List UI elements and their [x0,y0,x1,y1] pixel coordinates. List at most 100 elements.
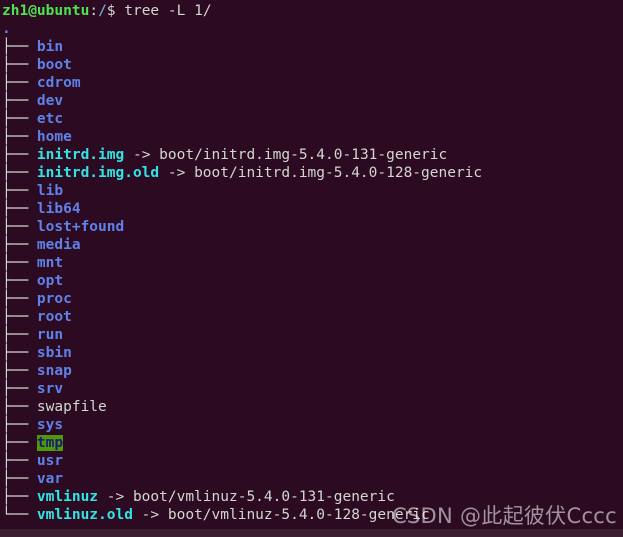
tree-entry: ├── etc [2,110,623,128]
prompt-cwd: / [98,3,107,19]
tree-entry-name: bin [36,39,64,55]
tree-branch-icon: ├── [2,471,37,487]
prompt-line: zh1@ubuntu:/$ tree -L 1/ [2,2,623,20]
symlink-arrow: -> [159,165,195,181]
tree-branch-icon: ├── [2,417,37,433]
tree-entry-name: initrd.img.old [36,165,160,181]
tree-entry: ├── tmp [2,434,623,452]
tree-listing: ├── bin ├── boot ├── cdrom ├── dev ├── etc ├─… [2,38,623,524]
tree-branch-icon: ├── [2,111,37,127]
tree-branch-icon: ├── [2,489,37,505]
tree-root-line: . [2,20,623,38]
window-bottom-strip [0,529,623,537]
tree-branch-icon: ├── [2,93,37,109]
tree-entry-name: run [36,327,64,343]
tree-entry-name: etc [36,111,64,127]
command-text: tree -L 1/ [115,3,212,19]
tree-branch-icon: ├── [2,453,37,469]
tree-entry-name: root [36,309,72,325]
symlink-target: boot/vmlinuz-5.4.0-131-generic [132,489,395,505]
tree-entry-name: snap [36,363,72,379]
prompt-separator: : [89,3,99,19]
tree-branch-icon: ├── [2,435,37,451]
tree-entry-name: lost+found [36,219,125,235]
tree-branch-icon: ├── [2,183,37,199]
tree-entry: ├── srv [2,380,623,398]
tree-branch-icon: ├── [2,129,37,145]
tree-entry: ├── boot [2,56,623,74]
tree-entry-name: usr [36,453,64,469]
tree-branch-icon: ├── [2,165,37,181]
terminal-window[interactable]: zh1@ubuntu:/$ tree -L 1/ . ├── bin ├── bo… [0,0,623,537]
tree-branch-icon: ├── [2,291,37,307]
prompt-sigil: $ [106,3,116,19]
tree-entry: ├── proc [2,290,623,308]
tree-entry: ├── lib64 [2,200,623,218]
symlink-arrow: -> [132,507,168,523]
tree-branch-icon: ├── [2,363,37,379]
tree-branch-icon: ├── [2,327,37,343]
tree-branch-last-icon: └── [2,507,37,523]
prompt-user-host: zh1@ubuntu [2,3,90,19]
tree-entry-name: boot [36,57,72,73]
tree-branch-icon: ├── [2,381,37,397]
tree-entry: ├── var [2,470,623,488]
tree-branch-icon: ├── [2,57,37,73]
tree-entry-name: vmlinuz [36,489,99,505]
tree-entry-name: tmp [36,435,64,451]
tree-entry: ├── run [2,326,623,344]
tree-entry: ├── mnt [2,254,623,272]
tree-entry: ├── bin [2,38,623,56]
tree-entry: ├── usr [2,452,623,470]
tree-entry: ├── dev [2,92,623,110]
tree-entry: ├── lib [2,182,623,200]
tree-entry-name: opt [36,273,64,289]
tree-entry-name: home [36,129,72,145]
tree-branch-icon: ├── [2,399,37,415]
tree-entry-name: cdrom [36,75,81,91]
tree-entry: ├── media [2,236,623,254]
tree-entry: ├── root [2,308,623,326]
tree-branch-icon: ├── [2,75,37,91]
tree-root-label: . [2,21,11,37]
tree-entry-name: lib64 [36,201,81,217]
tree-branch-icon: ├── [2,309,37,325]
tree-entry-name: var [36,471,64,487]
tree-branch-icon: ├── [2,39,37,55]
symlink-target: boot/initrd.img-5.4.0-131-generic [159,147,448,163]
tree-entry: ├── swapfile [2,398,623,416]
symlink-target: boot/initrd.img-5.4.0-128-generic [194,165,483,181]
tree-entry: ├── cdrom [2,74,623,92]
tree-entry: ├── vmlinuz -> boot/vmlinuz-5.4.0-131-ge… [2,488,623,506]
tree-entry: └── vmlinuz.old -> boot/vmlinuz-5.4.0-12… [2,506,623,524]
tree-entry-name: media [36,237,81,253]
tree-branch-icon: ├── [2,147,37,163]
tree-entry: ├── opt [2,272,623,290]
tree-branch-icon: ├── [2,201,37,217]
tree-entry: ├── initrd.img.old -> boot/initrd.img-5.… [2,164,623,182]
tree-entry-name: dev [36,93,64,109]
tree-entry-name: initrd.img [36,147,125,163]
tree-entry-name: sys [36,417,64,433]
tree-entry: ├── snap [2,362,623,380]
tree-branch-icon: ├── [2,255,37,271]
tree-entry: ├── initrd.img -> boot/initrd.img-5.4.0-… [2,146,623,164]
tree-entry: ├── lost+found [2,218,623,236]
tree-branch-icon: ├── [2,219,37,235]
tree-branch-icon: ├── [2,345,37,361]
tree-entry: ├── sbin [2,344,623,362]
symlink-arrow: -> [124,147,160,163]
tree-entry: ├── home [2,128,623,146]
tree-entry-name: swapfile [36,399,107,415]
tree-entry: ├── sys [2,416,623,434]
tree-entry-name: lib [36,183,64,199]
symlink-arrow: -> [98,489,133,505]
tree-entry-name: srv [36,381,64,397]
symlink-target: boot/vmlinuz-5.4.0-128-generic [167,507,430,523]
tree-entry-name: vmlinuz.old [36,507,133,523]
tree-entry-name: proc [36,291,72,307]
tree-branch-icon: ├── [2,237,37,253]
tree-entry-name: mnt [36,255,64,271]
tree-branch-icon: ├── [2,273,37,289]
tree-entry-name: sbin [36,345,72,361]
